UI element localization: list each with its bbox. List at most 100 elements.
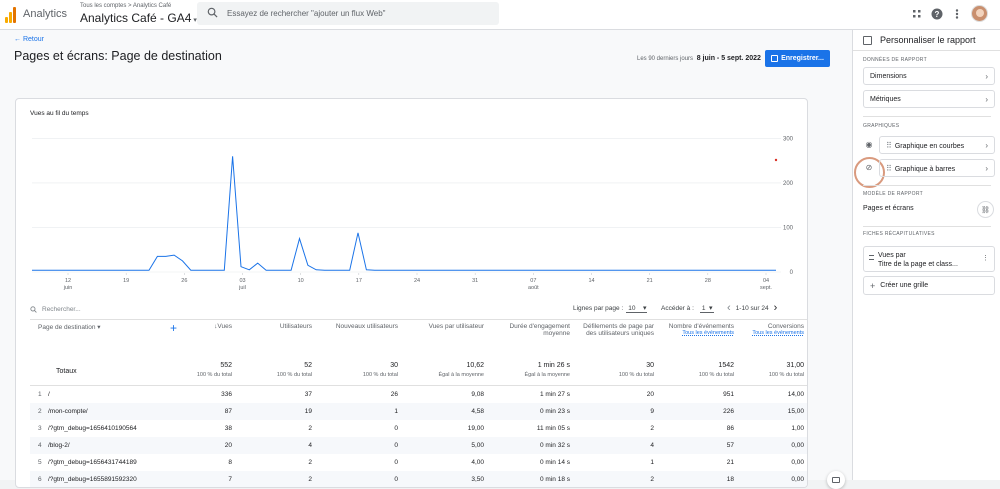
chevron-right-icon: › [985, 94, 988, 104]
metric-cell: 86 [726, 424, 734, 432]
totals-note: 100 % du total [362, 371, 398, 378]
column-header[interactable]: Nouveaux utilisateurs [317, 319, 403, 355]
main-content: ← Retour Pages et écrans: Page de destin… [0, 30, 852, 489]
metric-cell: 0 [317, 436, 403, 454]
table-row[interactable]: 5 /?gtm_debug=1656431744189 8 2 0 4,00 0 min 1… [30, 454, 807, 471]
x-tick-day: 12 [65, 278, 71, 284]
landing-page-cell: /?gtm_debug=1656431744189 [48, 458, 137, 466]
table-search-placeholder: Rechercher... [42, 306, 81, 313]
help-icon[interactable]: ? [931, 8, 943, 20]
table-row[interactable]: 1 / 336 37 26 9,08 1 min 27 s 20 951 14,00 [30, 386, 807, 403]
metrics-button[interactable]: Métriques › [863, 90, 995, 108]
column-header[interactable]: Défilements de page par des utilisateurs… [575, 319, 659, 355]
date-range-value: 8 juin - 5 sept. 2022 [696, 55, 761, 62]
drag-handle-icon[interactable]: ⠿ [886, 141, 892, 150]
customize-report-panel: Personnaliser le rapport DONNÉES DE RAPP… [852, 30, 1000, 480]
data-table: Page de destination ▾ + ↓Vues Utilisateurs N… [30, 319, 807, 487]
apps-grid-icon[interactable] [911, 8, 923, 20]
column-event-filter[interactable]: Tous les événements [743, 330, 804, 336]
column-header[interactable]: Utilisateurs [237, 319, 317, 355]
metric-cell: 3,50 [403, 470, 489, 487]
dimensions-button[interactable]: Dimensions › [863, 67, 995, 85]
totals-note: Égal à la moyenne [524, 371, 570, 378]
back-link[interactable]: ← Retour [14, 36, 44, 43]
analytics-logo-icon[interactable] [5, 7, 17, 23]
eye-off-icon[interactable]: ⊘ [864, 163, 874, 173]
goto-input[interactable]: 1 [699, 304, 714, 313]
row-number: 3 [38, 424, 42, 432]
table-row[interactable]: 2/mon-compte/87 19 1 4,58 0 min 23 s 9 226 15,0… [30, 402, 807, 420]
template-name: Pages et écrans [863, 205, 914, 212]
y-tick-label: 300 [783, 136, 794, 142]
totals-value: 31,00 [786, 361, 804, 369]
link-off-icon[interactable]: ⛓ [977, 201, 994, 218]
column-header[interactable]: ↓Vues [175, 319, 237, 355]
column-header[interactable]: Page de destination ▾ + [30, 319, 177, 355]
totals-value: 52 [304, 361, 312, 369]
column-header[interactable]: Conversions Tous les événements [739, 319, 807, 355]
x-tick-day: 21 [647, 278, 653, 284]
add-dimension-icon[interactable]: + [170, 321, 177, 335]
app-name[interactable]: Analytics [23, 8, 67, 20]
column-event-filter[interactable]: Tous les événements [663, 330, 734, 336]
metric-cell: 37 [304, 390, 312, 398]
edit-report-icon [863, 35, 872, 45]
metric-cell: 1 [650, 458, 654, 466]
prev-page-icon[interactable]: ‹ [727, 303, 731, 314]
totals-value: 1 min 26 s [537, 361, 570, 369]
eye-icon[interactable]: ◉ [864, 140, 874, 150]
table-search[interactable]: Rechercher... [30, 306, 81, 313]
x-tick-day: 17 [356, 278, 362, 284]
search-icon [207, 7, 218, 18]
metric-cell: 9 [575, 402, 659, 420]
row-number: 4 [30, 436, 48, 454]
x-tick-month: août [528, 285, 539, 291]
line-chart-option[interactable]: ⠿ Graphique en courbes › [879, 136, 995, 154]
summary-card[interactable]: Vues par Titre de la page et class... ⋮ [863, 246, 995, 272]
column-label: Nombre d'événements [668, 323, 734, 330]
column-header[interactable]: Vues par utilisateur [403, 319, 489, 355]
feedback-button[interactable] [827, 471, 845, 489]
save-button[interactable]: Enregistrer... [765, 50, 830, 67]
property-selector[interactable]: Analytics Café - GA4 ▾ [80, 11, 197, 25]
x-tick-day: 03 [239, 278, 245, 284]
chevron-right-icon: › [985, 71, 988, 81]
landing-page-cell: /blog-2/ [48, 436, 175, 454]
column-header[interactable]: Durée d'engagement moyenne [489, 319, 575, 355]
landing-page-cell: /?gtm_debug=1656410190564 [48, 424, 137, 432]
create-grid-button[interactable]: + Créer une grille [863, 276, 995, 295]
bar-chart-option[interactable]: ⠿ Graphique à barres › [879, 159, 995, 177]
table-row[interactable]: 3 /?gtm_debug=1656410190564 38 2 0 19,00 11 mi… [30, 420, 807, 437]
property-name: Analytics Café - GA4 [80, 11, 192, 25]
search-bar[interactable] [197, 2, 499, 25]
x-tick-day: 04 [763, 278, 769, 284]
table-row[interactable]: 4/blog-2/20 4 0 5,00 0 min 32 s 4 57 0,00 [30, 436, 807, 454]
chevron-right-icon: › [985, 140, 988, 150]
drag-handle-icon[interactable]: ⠿ [886, 164, 892, 173]
metric-cell: 19,00 [467, 424, 484, 432]
metric-cell: 11 min 05 s [536, 424, 570, 432]
metric-cell: 20 [175, 436, 237, 454]
column-header[interactable]: Nombre d'événements Tous les événements [659, 319, 739, 355]
more-vert-icon[interactable] [951, 8, 963, 20]
search-input[interactable] [227, 7, 487, 20]
rows-per-page-select[interactable]: 10 [626, 304, 648, 313]
x-tick-day: 14 [588, 278, 594, 284]
column-label: Page de destination [38, 324, 96, 331]
date-label: Les 90 derniers jours [637, 56, 694, 62]
metric-cell: 4,58 [403, 402, 489, 420]
x-tick-day: 10 [298, 278, 304, 284]
back-label: Retour [22, 36, 44, 43]
y-tick-label: 200 [783, 181, 794, 187]
landing-page-cell: / [48, 390, 50, 398]
save-icon [771, 55, 779, 62]
next-page-icon[interactable]: › [774, 303, 778, 314]
date-range-picker[interactable]: Les 90 derniers jours 8 juin - 5 sept. 2… [637, 55, 761, 62]
table-row[interactable]: 6/?gtm_debug=1655891592320 7 2 0 3,50 0 min 1… [30, 470, 807, 487]
metric-cell: 26 [390, 390, 398, 398]
avatar[interactable] [971, 5, 988, 22]
series-marker [774, 158, 778, 162]
totals-cell: 52 100 % du total [237, 355, 317, 386]
metric-cell: 4 [575, 436, 659, 454]
more-vert-icon[interactable]: ⋮ [982, 254, 989, 263]
